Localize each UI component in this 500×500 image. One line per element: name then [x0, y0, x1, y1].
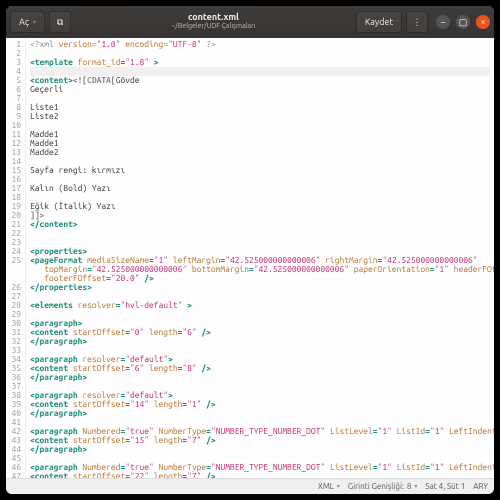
- line-number: 25: [6, 256, 21, 265]
- close-button[interactable]: ×: [476, 15, 490, 29]
- status-cursor: Sat 4, Süt 1: [425, 482, 465, 491]
- maximize-button[interactable]: ▢: [456, 15, 470, 29]
- code-line[interactable]: Kalın (Bold) Yazı: [30, 184, 490, 193]
- code-line[interactable]: Madde1: [30, 130, 490, 139]
- code-line[interactable]: [30, 121, 490, 130]
- code-line[interactable]: <content startOffset="14" length="1" />: [30, 400, 490, 409]
- code-line[interactable]: <elements resolver="hvl-default" >: [30, 301, 490, 310]
- code-line[interactable]: Eğik (İtalik) Yazı: [30, 202, 490, 211]
- code-line[interactable]: Sayfa rengi: kırmızı: [30, 166, 490, 175]
- code-line[interactable]: <template format_id="1.8" >: [30, 58, 490, 67]
- code-line[interactable]: [30, 229, 490, 238]
- code-line[interactable]: </paragraph>: [30, 337, 490, 346]
- status-language-label: XML: [318, 482, 334, 491]
- line-number: [6, 265, 21, 274]
- code-line[interactable]: [30, 238, 490, 247]
- code-line[interactable]: </paragraph>: [30, 409, 490, 418]
- code-line[interactable]: </paragraph>: [30, 445, 490, 454]
- status-insert-label: ARY: [473, 482, 488, 491]
- menu-button[interactable]: ⋮: [406, 11, 428, 33]
- status-insert-mode[interactable]: ARY: [473, 482, 488, 491]
- code-line[interactable]: </paragraph>: [30, 373, 490, 382]
- code-line[interactable]: </properties>: [30, 283, 490, 292]
- status-indent-value: 8: [407, 482, 412, 491]
- window-controls: – ▢ ×: [436, 15, 490, 29]
- code-line[interactable]: </content>: [30, 220, 490, 229]
- code-editor[interactable]: 1234567891011121314151617181920212223242…: [6, 38, 494, 478]
- code-line[interactable]: Madde2: [30, 148, 490, 157]
- new-tab-icon: ⧉: [57, 17, 63, 28]
- chevron-down-icon: ▾: [414, 483, 417, 490]
- code-line[interactable]: <content><![CDATA[Gövde: [30, 76, 490, 85]
- code-line[interactable]: Geçerli: [30, 85, 490, 94]
- code-line[interactable]: <content startOffset="6" length="8" />: [30, 364, 490, 373]
- code-line[interactable]: <content startOffset="15" length="7" />: [30, 436, 490, 445]
- code-line[interactable]: Liste2: [30, 112, 490, 121]
- status-indent[interactable]: Girinti Genişliği: 8 ▾: [348, 482, 418, 491]
- code-line[interactable]: Madde1: [30, 139, 490, 148]
- title-area: content.xml ~/Belgeler/UDF Çalışmaları: [75, 13, 352, 31]
- code-line[interactable]: [30, 94, 490, 103]
- editor-window: Aç ▾ ⧉ content.xml ~/Belgeler/UDF Çalışm…: [6, 6, 494, 494]
- open-button[interactable]: Aç ▾: [10, 11, 45, 33]
- status-cursor-label: Sat 4, Süt 1: [425, 482, 465, 491]
- chevron-down-icon: ▾: [337, 483, 340, 490]
- code-area[interactable]: <?xml version="1.0" encoding="UTF-8" ?> …: [26, 38, 494, 478]
- minimize-button[interactable]: –: [436, 15, 450, 29]
- code-line[interactable]: <?xml version="1.0" encoding="UTF-8" ?>: [30, 40, 490, 49]
- save-button[interactable]: Kaydet: [356, 11, 402, 33]
- code-line[interactable]: <content startOffset="0" length="6" />: [30, 328, 490, 337]
- line-number-gutter: 1234567891011121314151617181920212223242…: [6, 38, 26, 478]
- statusbar: XML ▾ Girinti Genişliği: 8 ▾ Sat 4, Süt …: [6, 478, 494, 494]
- window-subtitle: ~/Belgeler/UDF Çalışmaları: [75, 23, 352, 31]
- chevron-down-icon: ▾: [33, 19, 36, 26]
- open-button-label: Aç: [19, 17, 29, 27]
- new-tab-button[interactable]: ⧉: [49, 11, 71, 33]
- code-line[interactable]: Liste1: [30, 103, 490, 112]
- code-line[interactable]: ]]>: [30, 211, 490, 220]
- code-line[interactable]: [30, 310, 490, 319]
- kebab-menu-icon: ⋮: [413, 17, 422, 28]
- titlebar: Aç ▾ ⧉ content.xml ~/Belgeler/UDF Çalışm…: [6, 6, 494, 38]
- status-language[interactable]: XML ▾: [318, 482, 340, 491]
- status-indent-label: Girinti Genişliği:: [348, 482, 404, 491]
- save-button-label: Kaydet: [365, 17, 393, 27]
- code-line[interactable]: footerFOffset="20.0" />: [30, 274, 490, 283]
